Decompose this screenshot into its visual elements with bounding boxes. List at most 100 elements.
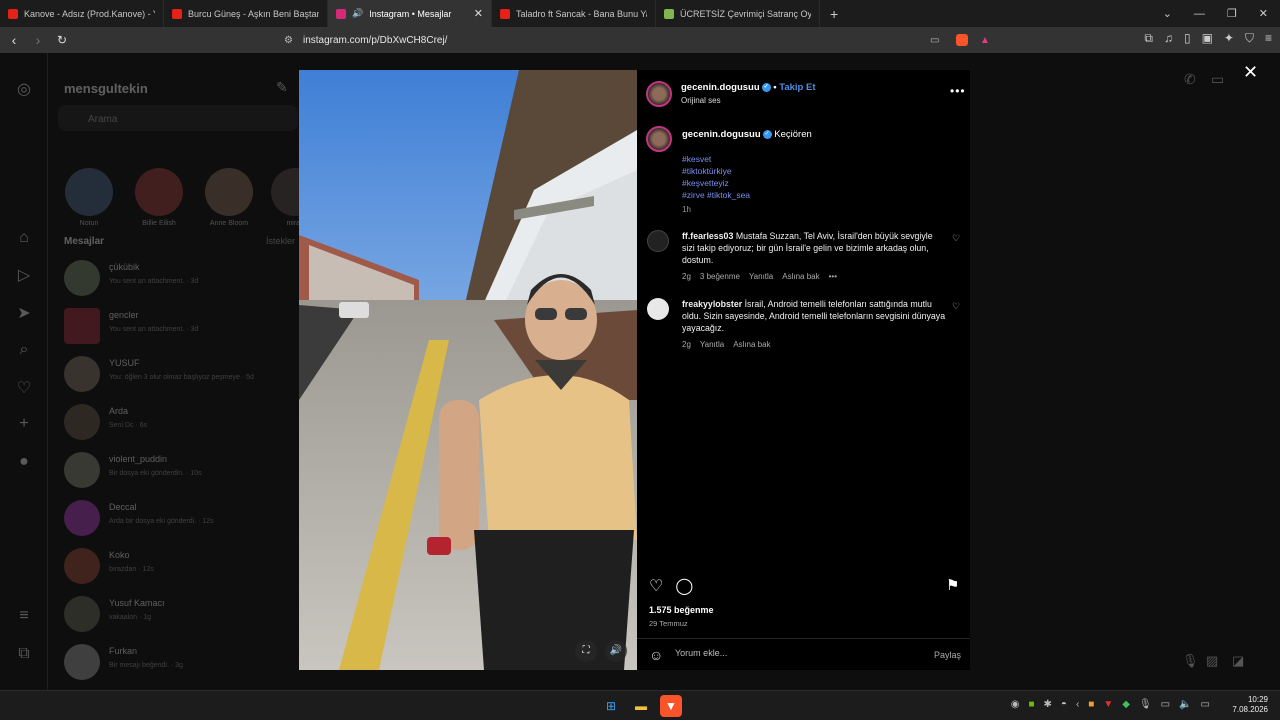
- battery-icon[interactable]: ▭: [1201, 699, 1210, 710]
- brave-shield-icon[interactable]: [956, 34, 968, 46]
- leo-ai-icon[interactable]: ✦: [1224, 31, 1234, 46]
- hashtag-link[interactable]: #keşvetteyiz: [682, 177, 750, 189]
- discord-icon[interactable]: ◓: [1061, 699, 1067, 710]
- tab-list-icon[interactable]: ⌄: [1163, 7, 1172, 20]
- tab-youtube-taladro[interactable]: Taladro ft Sancak - Bana Bunu Yapma: [492, 0, 656, 27]
- avatar[interactable]: [646, 81, 672, 107]
- story-item[interactable]: Anne Bloom: [204, 168, 254, 227]
- reels-icon[interactable]: ▷: [14, 265, 34, 285]
- extensions-icon[interactable]: ⧉: [1144, 31, 1153, 46]
- site-info-icon[interactable]: ⚙: [284, 35, 293, 46]
- conversation-item[interactable]: Yusuf Kamacı vakaalon · 1g: [64, 594, 294, 634]
- story-item[interactable]: Billie Eilish: [134, 168, 184, 227]
- file-explorer-icon[interactable]: ▬: [630, 695, 652, 717]
- threads-icon[interactable]: ⧉: [14, 645, 34, 665]
- brave-browser-icon[interactable]: ▼: [660, 695, 682, 717]
- tray-icon[interactable]: ‹: [1076, 699, 1079, 710]
- speaker-icon[interactable]: 🔊: [352, 8, 363, 19]
- like-comment-icon[interactable]: ♡: [952, 301, 960, 312]
- direct-icon[interactable]: ➤: [14, 303, 34, 323]
- fullscreen-icon[interactable]: ⛶: [575, 640, 597, 662]
- post-video[interactable]: ⛶ 🔊: [299, 70, 637, 670]
- create-icon[interactable]: +: [14, 415, 34, 435]
- conversation-item[interactable]: violent_puddin Bir dosya eki gönderdin. ·…: [64, 450, 294, 490]
- tray-icon[interactable]: ■: [1088, 699, 1094, 710]
- avatar[interactable]: [647, 230, 669, 252]
- account-username[interactable]: mensgultekin: [64, 81, 148, 96]
- sidebar-icon[interactable]: ▯: [1184, 31, 1191, 46]
- like-icon[interactable]: ♡: [649, 576, 663, 596]
- caption-username[interactable]: gecenin.dogusuu: [682, 129, 761, 140]
- hashtag-link[interactable]: #kesvet: [682, 153, 750, 165]
- new-message-icon[interactable]: ✎: [276, 79, 288, 96]
- volume-icon[interactable]: 🔈: [1179, 699, 1191, 710]
- close-modal-icon[interactable]: ✕: [1243, 62, 1258, 83]
- tray-icon[interactable]: ◆: [1122, 699, 1130, 710]
- close-tab-icon[interactable]: ✕: [474, 7, 483, 20]
- emoji-icon[interactable]: ☺: [649, 647, 663, 663]
- conversation-item[interactable]: Furkan Bir mesajı beğendi. · 3g: [64, 642, 294, 682]
- wallet-icon[interactable]: ▣: [1202, 31, 1213, 46]
- mic-tray-icon[interactable]: 🎙: [1139, 699, 1152, 710]
- conversation-item[interactable]: çükübik You sent an attachment. · 3d: [64, 258, 294, 298]
- maximize-icon[interactable]: ❐: [1227, 7, 1237, 20]
- network-icon[interactable]: ▭: [1161, 699, 1170, 710]
- follow-button[interactable]: Takip Et: [779, 82, 815, 93]
- tray-icon[interactable]: ◉: [1011, 699, 1020, 710]
- music-icon[interactable]: ♫: [1164, 31, 1173, 46]
- sticker-icon[interactable]: ◪: [1232, 653, 1244, 669]
- avatar[interactable]: [646, 126, 672, 152]
- system-clock[interactable]: 10:29 7.08.2026: [1232, 695, 1268, 715]
- notifications-icon[interactable]: ♡: [14, 378, 34, 398]
- windows-start-icon[interactable]: ⊞: [600, 695, 622, 717]
- conversation-item[interactable]: Koko bırazdan · 12s: [64, 546, 294, 586]
- tab-instagram[interactable]: 🔊 Instagram • Mesajlar ✕: [328, 0, 492, 27]
- comment-icon[interactable]: ◯: [675, 576, 693, 596]
- like-comment-icon[interactable]: ♡: [952, 233, 960, 244]
- story-item[interactable]: Notun: [64, 168, 114, 227]
- hashtag-link[interactable]: #tiktoktürkiye: [682, 165, 750, 177]
- search-input[interactable]: Arama: [58, 105, 298, 131]
- search-icon[interactable]: ⌕: [14, 341, 34, 361]
- mic-icon[interactable]: 🎙: [1182, 653, 1199, 669]
- back-icon[interactable]: ‹: [4, 32, 24, 48]
- avatar[interactable]: [647, 298, 669, 320]
- cast-icon[interactable]: ▭: [930, 35, 939, 46]
- tab-youtube-kanove[interactable]: Kanove - Adsız (Prod.Kanove) - YouTube: [0, 0, 164, 27]
- tab-youtube-burcu[interactable]: Burcu Güneş - Aşkın Beni Baştan Yaz: [164, 0, 328, 27]
- tray-icon[interactable]: ▼: [1103, 699, 1113, 710]
- home-icon[interactable]: ⌂: [14, 229, 34, 249]
- phone-icon[interactable]: ✆: [1184, 71, 1196, 88]
- reload-icon[interactable]: ↻: [52, 33, 72, 47]
- tray-icon[interactable]: ✱: [1044, 699, 1052, 710]
- reply-button[interactable]: Yanıtla: [749, 272, 773, 281]
- comment-username[interactable]: ff.fearless03: [682, 231, 733, 241]
- share-button[interactable]: Paylaş: [934, 650, 961, 660]
- nvidia-icon[interactable]: ■: [1028, 699, 1034, 710]
- save-icon[interactable]: ⚑: [946, 576, 959, 594]
- comment-input[interactable]: [675, 648, 895, 658]
- video-call-icon[interactable]: ▭: [1211, 71, 1224, 88]
- menu-icon[interactable]: ≡: [1265, 31, 1272, 46]
- address-bar[interactable]: ⚙ instagram.com/p/DbXwCH8Crej/ ▭ ▲: [250, 30, 1000, 50]
- comment-options-icon[interactable]: •••: [829, 272, 837, 281]
- comment-likes[interactable]: 3 beğenme: [700, 272, 740, 281]
- conversation-item[interactable]: Deccal Arda bir dosya eki gönderdi. · 12s: [64, 498, 294, 538]
- more-menu-icon[interactable]: ≡: [14, 607, 34, 627]
- comment-username[interactable]: freakyylobster: [682, 299, 742, 309]
- instagram-logo-icon[interactable]: ◎: [14, 79, 34, 99]
- mute-toggle-icon[interactable]: 🔊: [605, 640, 627, 662]
- requests-link[interactable]: İstekler: [266, 236, 295, 246]
- conversation-item[interactable]: gencler You sent an attachment. · 3d: [64, 306, 294, 346]
- see-translation-button[interactable]: Aslına bak: [733, 340, 770, 349]
- conversation-item[interactable]: YUSUF You: öğlen 3 olur olmaz başlıyoz pe…: [64, 354, 294, 394]
- brave-rewards-icon[interactable]: ▲: [980, 35, 990, 46]
- profile-icon[interactable]: ●: [14, 453, 34, 473]
- reply-button[interactable]: Yanıtla: [700, 340, 724, 349]
- hashtag-link[interactable]: #zirve #tiktok_sea: [682, 189, 750, 201]
- new-tab-button[interactable]: +: [820, 6, 848, 22]
- vpn-icon[interactable]: ⛉: [1245, 31, 1254, 46]
- see-translation-button[interactable]: Aslına bak: [782, 272, 819, 281]
- tab-chess[interactable]: ÜCRETSİZ Çevrimiçi Satranç Oynayın: [656, 0, 820, 27]
- audio-label[interactable]: Orijinal ses: [681, 96, 721, 105]
